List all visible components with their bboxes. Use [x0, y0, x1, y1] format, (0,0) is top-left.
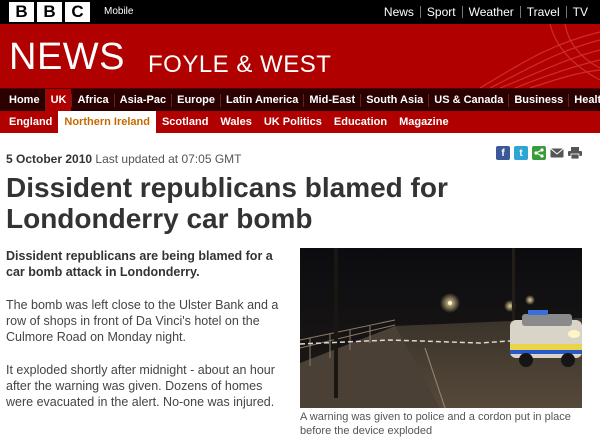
top-nav-travel[interactable]: Travel	[519, 6, 566, 18]
nav-asia-pac[interactable]: Asia-Pac	[113, 93, 171, 107]
night-street-photo	[300, 248, 582, 408]
nav-mid-east[interactable]: Mid-East	[303, 93, 360, 107]
subnav-education[interactable]: Education	[328, 116, 393, 129]
news-title[interactable]: NEWS	[9, 36, 125, 79]
secondary-nav: England Northern Ireland Scotland Wales …	[0, 111, 600, 133]
top-nav-weather[interactable]: Weather	[461, 6, 520, 18]
print-icon[interactable]	[568, 146, 582, 160]
subnav-wales[interactable]: Wales	[214, 116, 257, 129]
last-updated: Last updated at 07:05 GMT	[95, 152, 242, 166]
nav-africa[interactable]: Africa	[71, 93, 113, 107]
article-intro: Dissident republicans are being blamed f…	[6, 249, 273, 279]
top-nav-tv[interactable]: TV	[565, 6, 594, 18]
nav-europe[interactable]: Europe	[171, 93, 220, 107]
bbc-logo[interactable]: B B C	[9, 2, 90, 22]
nav-health[interactable]: Healt	[568, 93, 600, 107]
region-title[interactable]: FOYLE & WEST	[148, 51, 331, 79]
top-nav-sport[interactable]: Sport	[419, 6, 462, 18]
article-headline: Dissident republicans blamed for Londond…	[6, 172, 448, 234]
news-masthead: NEWS FOYLE & WEST	[0, 24, 600, 88]
article-date: 5 October 2010	[6, 152, 93, 166]
article-paragraph: It exploded shortly after midnight - abo…	[6, 363, 275, 409]
email-icon[interactable]	[550, 146, 564, 160]
share-icon[interactable]	[532, 146, 546, 160]
masthead-swirl-graphic	[479, 24, 600, 88]
nav-us-canada[interactable]: US & Canada	[428, 93, 508, 107]
article-photo[interactable]	[300, 248, 582, 408]
nav-business[interactable]: Business	[508, 93, 568, 107]
article-paragraph: The bomb was left close to the Ulster Ba…	[6, 298, 279, 344]
top-nav: News Sport Weather Travel TV	[378, 0, 594, 24]
subnav-magazine[interactable]: Magazine	[393, 116, 455, 129]
facebook-icon[interactable]: f	[496, 146, 510, 160]
share-tools: f t	[496, 146, 582, 160]
twitter-icon[interactable]: t	[514, 146, 528, 160]
bbc-logo-letter: B	[37, 2, 62, 22]
bbc-logo-letter: C	[65, 2, 90, 22]
primary-nav: Home UK Africa Asia-Pac Europe Latin Ame…	[0, 88, 600, 111]
subnav-england[interactable]: England	[0, 116, 58, 129]
nav-south-asia[interactable]: South Asia	[360, 93, 428, 107]
nav-latin-america[interactable]: Latin America	[220, 93, 303, 107]
top-nav-news[interactable]: News	[378, 6, 420, 18]
bbc-logo-letter: B	[9, 2, 34, 22]
bbc-top-bar: B B C Mobile News Sport Weather Travel T…	[0, 0, 600, 24]
subnav-uk-politics[interactable]: UK Politics	[258, 116, 328, 129]
subnav-scotland[interactable]: Scotland	[156, 116, 214, 129]
nav-home[interactable]: Home	[0, 94, 45, 107]
dateline: 5 October 2010 Last updated at 07:05 GMT	[6, 152, 241, 166]
nav-uk[interactable]: UK	[44, 89, 72, 111]
photo-caption: A warning was given to police and a cord…	[300, 411, 571, 437]
subnav-northern-ireland[interactable]: Northern Ireland	[58, 111, 156, 133]
mobile-label: Mobile	[104, 6, 134, 17]
